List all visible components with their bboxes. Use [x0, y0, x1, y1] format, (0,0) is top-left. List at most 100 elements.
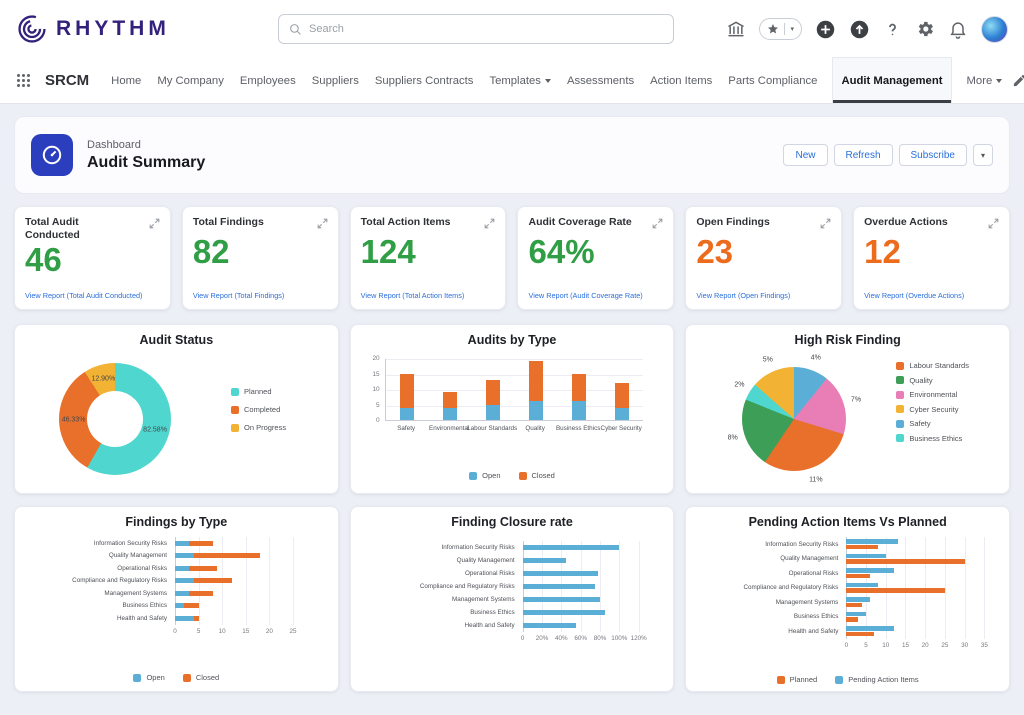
kpi-label: Audit Coverage Rate: [528, 216, 631, 229]
axis-category-label: Operational Risks: [694, 566, 840, 581]
view-report-link[interactable]: View Report (Overdue Actions): [864, 291, 999, 300]
edit-icon[interactable]: [1012, 58, 1024, 103]
expand-icon[interactable]: [317, 216, 328, 234]
gridline: [386, 390, 643, 391]
settings-icon[interactable]: [915, 19, 935, 39]
organization-icon[interactable]: [726, 19, 746, 39]
axis-category-label: Quality Management: [23, 550, 169, 563]
actions-dropdown-button[interactable]: ▾: [973, 144, 993, 166]
expand-icon[interactable]: [820, 216, 831, 234]
bar-segment: [615, 408, 629, 420]
nav-item-templates[interactable]: Templates: [489, 58, 551, 103]
nav-item-label: Home: [111, 75, 141, 87]
add-icon[interactable]: [815, 19, 836, 40]
kpi-label: Total Audit Conducted: [25, 216, 136, 242]
axis-tick-label: 15: [359, 371, 380, 378]
nav-item-employees[interactable]: Employees: [240, 58, 296, 103]
bar-segment: [529, 401, 543, 420]
slice-label: 12.90%: [91, 376, 115, 383]
nav-item-suppliers-contracts[interactable]: Suppliers Contracts: [375, 58, 474, 103]
legend-label: Planned: [790, 675, 818, 684]
kpi-card-open-findings: Open Findings23View Report (Open Finding…: [685, 206, 842, 310]
notifications-icon[interactable]: [948, 19, 968, 39]
subscribe-button[interactable]: Subscribe: [899, 144, 967, 166]
nav-item-audit-management[interactable]: Audit Management: [833, 58, 950, 103]
help-icon[interactable]: [883, 20, 902, 39]
nav-item-home[interactable]: Home: [111, 58, 141, 103]
audit-status-chart: 82.58%46.33%12.90%PlannedCompletedOn Pro…: [23, 353, 330, 493]
search-bar[interactable]: [278, 14, 674, 44]
view-report-link[interactable]: View Report (Total Audit Conducted): [25, 291, 160, 300]
expand-icon[interactable]: [652, 216, 663, 234]
refresh-button[interactable]: Refresh: [834, 144, 893, 166]
kpi-card-total-action-items: Total Action Items124View Report (Total …: [350, 206, 507, 310]
gridline: [386, 375, 643, 376]
axis-category-label: Information Security Risks: [694, 537, 840, 552]
search-input[interactable]: [309, 23, 663, 35]
nav-item-action-items[interactable]: Action Items: [650, 58, 712, 103]
expand-icon[interactable]: [149, 216, 160, 234]
nav-item-parts-compliance[interactable]: Parts Compliance: [728, 58, 817, 103]
axis-category-label: Health and Safety: [359, 619, 517, 632]
bar: [846, 554, 885, 559]
upload-icon[interactable]: [849, 19, 870, 40]
legend-item: Closed: [519, 471, 555, 480]
bar-segment: [572, 401, 586, 420]
kpi-row: Total Audit Conducted46View Report (Tota…: [14, 206, 1010, 310]
bar-segment: [194, 578, 232, 583]
new-button[interactable]: New: [783, 144, 827, 166]
view-report-link[interactable]: View Report (Total Action Items): [361, 291, 496, 300]
bar: [846, 612, 866, 617]
bar-segment: [523, 597, 600, 602]
pie-chart: 4%7%11%8%2%5%: [742, 367, 846, 471]
nav-item-suppliers[interactable]: Suppliers: [312, 58, 359, 103]
bar: [846, 539, 897, 544]
kpi-value: 64%: [528, 235, 663, 270]
bar-segment: [572, 374, 586, 402]
axis-category-label: Compliance and Regulatory Risks: [359, 580, 517, 593]
dashboard-icon: [31, 134, 73, 176]
search-icon: [289, 23, 302, 36]
findings-by-type-chart: 0510152025Information Security RisksQual…: [23, 535, 330, 693]
nav-item-assessments[interactable]: Assessments: [567, 58, 634, 103]
nav-item-label: Parts Compliance: [728, 75, 817, 87]
expand-icon[interactable]: [988, 216, 999, 234]
apps-grid-icon[interactable]: [16, 73, 31, 88]
legend-swatch: [896, 434, 904, 442]
axis-tick-label: 10: [359, 386, 380, 393]
kpi-card-total-audit-conducted: Total Audit Conducted46View Report (Tota…: [14, 206, 171, 310]
axis-category-label: Information Security Risks: [359, 541, 517, 554]
legend-label: Labour Standards: [909, 361, 969, 370]
bar-segment: [194, 553, 260, 558]
banner-text: Dashboard Audit Summary: [87, 139, 205, 172]
nav-items: Home My Company Employees Suppliers Supplier…: [111, 58, 1002, 103]
legend-item: Cyber Security: [896, 405, 969, 414]
chart-title: Audits by Type: [359, 333, 666, 349]
view-report-link[interactable]: View Report (Open Findings): [696, 291, 831, 300]
chart-card-high-risk-finding: High Risk Finding 4%7%11%8%2%5%Labour St…: [685, 324, 1010, 494]
nav-item-more[interactable]: More: [967, 58, 1003, 103]
chart-title: Findings by Type: [23, 515, 330, 531]
legend-item: Closed: [183, 673, 219, 682]
banner-actions: New Refresh Subscribe ▾: [783, 144, 993, 166]
chart-row-1: Audit Status 82.58%46.33%12.90%PlannedCo…: [14, 324, 1010, 494]
user-avatar[interactable]: [981, 16, 1008, 43]
chart-title: Pending Action Items Vs Planned: [694, 515, 1001, 531]
slice-label: 4%: [811, 355, 821, 362]
view-report-link[interactable]: View Report (Total Findings): [193, 291, 328, 300]
legend-swatch: [896, 376, 904, 384]
bar: [846, 588, 945, 593]
axis-category-label: Business Ethics: [694, 610, 840, 625]
nav-item-my-company[interactable]: My Company: [157, 58, 224, 103]
legend-label: Closed: [532, 471, 555, 480]
bar: [846, 617, 858, 622]
bar-segment: [189, 566, 217, 571]
expand-icon[interactable]: [484, 216, 495, 234]
view-report-link[interactable]: View Report (Audit Coverage Rate): [528, 291, 663, 300]
bar: [846, 568, 893, 573]
bar: [846, 545, 878, 550]
gridline: [293, 537, 294, 625]
nav-item-label: Action Items: [650, 75, 712, 87]
kpi-label: Open Findings: [696, 216, 770, 229]
favorites-menu[interactable]: ▾: [759, 18, 802, 40]
